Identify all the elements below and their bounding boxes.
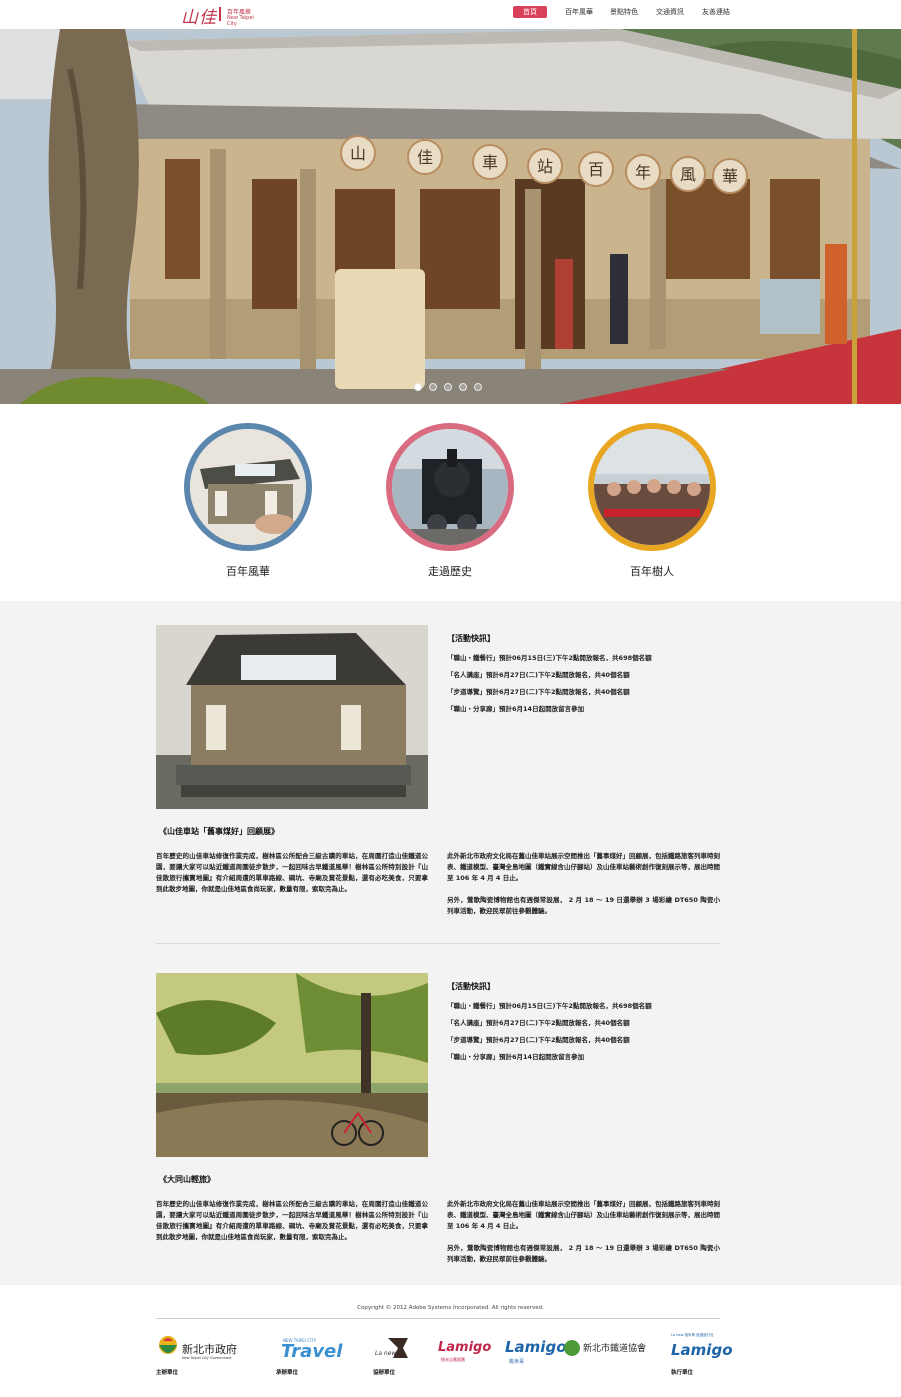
sponsor-new-taipei-gov[interactable]: 新北市政府 New Taipei City Government — [156, 1333, 246, 1373]
article-2-news-item[interactable]: 「職山・分享廊」預計6月14日起開放留言參加 — [447, 1051, 584, 1061]
footer-divider — [156, 1318, 720, 1319]
hero-station-illustration: 山 佳 車 站 百 年 風 華 — [0, 29, 901, 404]
la-new-logo-icon — [388, 1338, 408, 1358]
label-co-organizer: 協辦單位 — [373, 1370, 396, 1376]
sponsor-name: Lamigo — [438, 1340, 492, 1355]
article-divider — [156, 943, 720, 944]
feature-history[interactable]: 百年風華 — [178, 420, 318, 585]
article-1-right-paragraph-2: 另外，鶯歌陶瓷博物館也有週傑常設展， 2 月 18 ～ 19 日還舉辦 3 場彩… — [447, 896, 720, 915]
sponsor-travel[interactable]: NEW TAIPEI CITY Travel — [276, 1333, 342, 1373]
site-header: 山佳 百年風華 New Taipei City 首頁 百年風華 景點特色 交通資… — [0, 0, 901, 29]
logo-caption: New Taipei City — [227, 15, 254, 27]
article-1-news-title: 【活動快訊】 — [447, 634, 495, 643]
carousel-dot-1[interactable] — [414, 383, 422, 391]
sponsor-sub: New Taipei City Government — [182, 1356, 232, 1360]
article-2-news-title: 【活動快訊】 — [447, 982, 495, 991]
article-1-title[interactable]: 《山佳車站「舊事煤好」回顧展》 — [159, 826, 279, 837]
banner-char-1: 山 — [350, 144, 366, 163]
sponsor-name: 新北市政府 — [182, 1343, 237, 1356]
copyright-text: Copyright © 2012 Adobe Systems Incorpora… — [357, 1305, 544, 1311]
banner-char-2: 佳 — [417, 148, 433, 167]
article-2-title[interactable]: 《大同山輕旅》 — [159, 1174, 215, 1185]
banner-char-8: 華 — [722, 167, 738, 186]
article-2-news-item[interactable]: 「名人講座」預計6月27日(二)下午2點開放報名，共40個名額 — [447, 1017, 630, 1027]
sponsor-sub: La new 桃米哥 旅遊旅行社 — [671, 1333, 714, 1337]
feature-history-label[interactable]: 百年風華 — [178, 563, 318, 579]
railway-assoc-logo-icon — [564, 1340, 580, 1356]
article-2-news-item[interactable]: 「步道導覽」預計6月27日(二)下午2點開放報名，共40個名額 — [447, 1034, 630, 1044]
sponsor-sub: 桃米哥 — [509, 1359, 525, 1365]
banner-char-7: 風 — [680, 165, 696, 184]
article-1-news-item[interactable]: 「職山・分享廊」預計6月14日起開放留言參加 — [447, 703, 584, 713]
sponsor-name: Lamigo — [505, 1338, 567, 1356]
article-2: 【活動快訊】 「職山・鐵餐行」預計06月15日(三)下午2點開放報名，共698個… — [156, 973, 720, 1273]
nav-home[interactable]: 首頁 — [513, 6, 547, 18]
feature-people-label[interactable]: 百年樹人 — [582, 563, 722, 579]
carousel-dot-3[interactable] — [444, 383, 452, 391]
logo-text: 山佳 — [181, 8, 217, 28]
sponsor-sub: 桃米吉應援團 — [441, 1357, 465, 1362]
article-2-right-paragraph-1: 此外新北市政府文化局在舊山佳車站展示空間推出「舊事煤好」回顧展，包括鐵路旅客列車… — [447, 1200, 720, 1230]
article-2-right-paragraph-2: 另外，鶯歌陶瓷博物館也有週傑常設展， 2 月 18 ～ 19 日還舉辦 3 場彩… — [447, 1244, 720, 1263]
article-2-news-item[interactable]: 「職山・鐵餐行」預計06月15日(三)下午2點開放報名，共698個名額 — [447, 1000, 652, 1010]
article-1: 【活動快訊】 「職山・鐵餐行」預計06月15日(三)下午2點開放報名，共698個… — [156, 625, 720, 925]
new-taipei-logo-icon — [159, 1336, 177, 1354]
main-content: 【活動快訊】 「職山・鐵餐行」預計06月15日(三)下午2點開放報名，共698個… — [0, 601, 901, 1285]
site-footer: Copyright © 2012 Adobe Systems Incorpora… — [0, 1285, 901, 1397]
nav-history[interactable]: 百年風華 — [565, 6, 593, 18]
article-1-news-item[interactable]: 「步道導覽」預計6月27日(二)下午2點開放報名，共40個名額 — [447, 686, 630, 696]
sponsor-railway-assoc[interactable]: 新北市鐵道協會 — [563, 1333, 647, 1373]
sponsor-name: Lamigo — [671, 1341, 733, 1359]
label-executor: 執行單位 — [671, 1370, 694, 1376]
carousel-dot-5[interactable] — [474, 383, 482, 391]
feature-people[interactable]: 百年樹人 — [582, 420, 722, 585]
sponsor-name: 新北市鐵道協會 — [583, 1344, 647, 1354]
banner-char-3: 車 — [482, 153, 498, 172]
sponsor-lamigo-travel[interactable]: Lamigo La new 桃米哥 旅遊旅行社 — [671, 1333, 733, 1373]
nav-attractions[interactable]: 景點特色 — [610, 6, 638, 18]
sponsor-lamigo-fans[interactable]: Lamigo 桃米吉應援團 — [436, 1333, 491, 1373]
article-2-left-paragraph: 百年歷史的山佳車站修復作業完成，樹林區公所配合三級古蹟的車站，在周圍打造山佳鐵道… — [156, 1200, 428, 1241]
feature-past-label[interactable]: 走過歷史 — [380, 563, 520, 579]
sponsor-name: Travel — [281, 1341, 343, 1362]
feature-past-image[interactable] — [386, 423, 514, 551]
banner-char-6: 年 — [635, 163, 651, 182]
banner-char-4: 站 — [537, 157, 553, 176]
article-1-image[interactable] — [156, 625, 428, 809]
feature-history-image[interactable] — [184, 423, 312, 551]
article-1-news-item[interactable]: 「名人講座」預計6月27日(二)下午2點開放報名，共40個名額 — [447, 669, 630, 679]
article-2-image[interactable] — [156, 973, 428, 1157]
sponsor-la-new[interactable]: La new — [373, 1333, 423, 1373]
nav-transport[interactable]: 交通資訊 — [656, 6, 684, 18]
site-logo[interactable]: 山佳 百年風華 New Taipei City — [181, 3, 261, 28]
sponsor-lamigo[interactable]: Lamigo 桃米哥 — [505, 1333, 567, 1373]
hero-banner: 山 佳 車 站 百 年 風 華 — [0, 29, 901, 404]
article-1-left-paragraph: 百年歷史的山佳車站修復作業完成，樹林區公所配合三級古蹟的車站，在周圍打造山佳鐵道… — [156, 852, 428, 893]
carousel-dot-4[interactable] — [459, 383, 467, 391]
article-1-right-paragraph-1: 此外新北市政府文化局在舊山佳車站展示空間推出「舊事煤好」回顧展，包括鐵路旅客列車… — [447, 852, 720, 882]
label-contractor: 承辦單位 — [276, 1370, 299, 1376]
banner-char-5: 百 — [588, 160, 604, 179]
label-organizer: 主辦單位 — [156, 1370, 179, 1376]
logo-mark — [219, 7, 221, 21]
carousel-dot-2[interactable] — [429, 383, 437, 391]
nav-links[interactable]: 友善連結 — [702, 6, 730, 18]
feature-people-image[interactable] — [588, 423, 716, 551]
article-1-news-item[interactable]: 「職山・鐵餐行」預計06月15日(三)下午2點開放報名，共698個名額 — [447, 652, 652, 662]
feature-past[interactable]: 走過歷史 — [380, 420, 520, 585]
sponsor-name: La new — [375, 1350, 397, 1357]
